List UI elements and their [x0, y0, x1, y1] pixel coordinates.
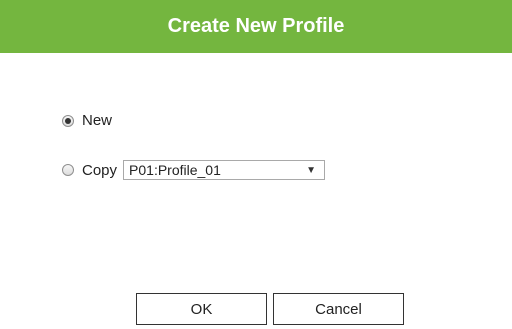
dialog-title: Create New Profile — [167, 15, 345, 37]
cancel-button[interactable]: Cancel — [273, 293, 404, 325]
new-radio-label[interactable]: New — [82, 112, 112, 129]
dialog-title-bar: Create New Profile — [0, 0, 512, 53]
create-profile-dialog: Create New Profile New Copy P01:Profile_… — [0, 0, 512, 329]
new-option-row[interactable]: New — [62, 112, 112, 129]
profile-select-value: P01:Profile_01 — [129, 162, 221, 178]
copy-option-row[interactable]: Copy P01:Profile_01 ▼ — [62, 160, 326, 180]
copy-radio-label[interactable]: Copy — [82, 162, 117, 179]
ok-button[interactable]: OK — [136, 293, 267, 325]
copy-radio[interactable] — [62, 164, 74, 176]
triangle-down-icon: ▼ — [306, 164, 317, 176]
new-radio[interactable] — [62, 114, 74, 127]
profile-select[interactable]: P01:Profile_01 ▼ — [123, 160, 326, 180]
